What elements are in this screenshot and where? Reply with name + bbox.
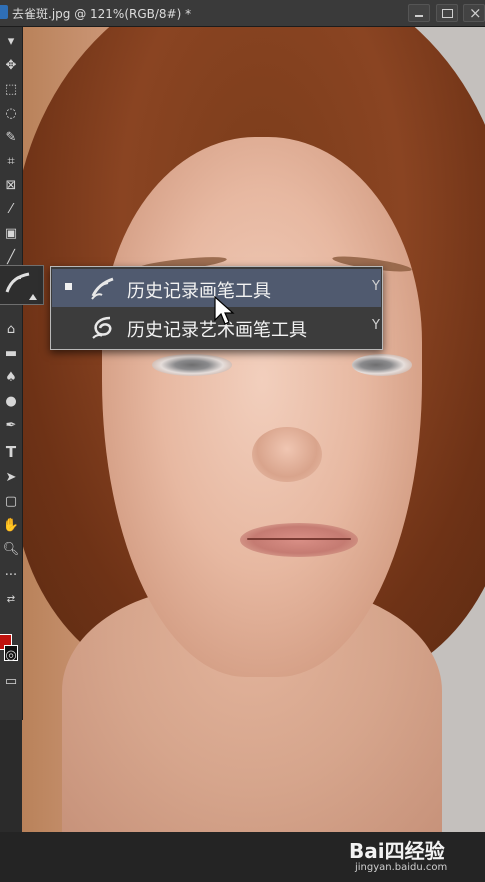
history-brush-icon	[5, 272, 37, 300]
lasso-icon[interactable]: ◌	[0, 103, 22, 125]
image-canvas[interactable]	[22, 27, 485, 832]
zoom-icon[interactable]: 🔍︎	[0, 539, 22, 561]
marquee-icon[interactable]: ⬚	[0, 79, 22, 101]
title-bar: 去雀斑.jpg @ 121%(RGB/8#) *	[0, 0, 485, 27]
minimize-button[interactable]	[408, 4, 430, 22]
photo-nose	[252, 427, 322, 482]
menu-item-shortcut: Y	[372, 318, 380, 333]
swap-colors-icon[interactable]: ⇄	[0, 589, 22, 611]
menu-item-shortcut: Y	[372, 279, 380, 294]
dodge-icon[interactable]: ●	[0, 391, 22, 413]
watermark: Bai四经验 jingyan.baidu.com	[343, 835, 463, 879]
eyedropper-icon[interactable]: ⁄	[0, 199, 22, 221]
photo-lip-line	[247, 538, 351, 540]
hand-icon[interactable]: ✋	[0, 515, 22, 537]
mouse-cursor-icon	[214, 296, 235, 325]
photo-mouth	[240, 523, 358, 557]
pen-icon[interactable]: ✒	[0, 415, 22, 437]
path-selection-icon[interactable]: ➤	[0, 467, 22, 489]
history-brush-icon	[91, 277, 114, 300]
screen-mode-icon[interactable]: ▭	[0, 671, 22, 693]
blur-icon[interactable]: ♠	[0, 367, 22, 389]
rectangle-icon[interactable]: ▢	[0, 491, 22, 513]
document-tab-title[interactable]: 去雀斑.jpg @ 121%(RGB/8#) *	[12, 5, 191, 22]
photo-right-eye	[352, 354, 412, 376]
clone-stamp-icon[interactable]: ⌂	[0, 319, 22, 341]
crop-icon[interactable]: ⌗	[0, 151, 22, 173]
status-bar: Bai四经验 jingyan.baidu.com	[0, 832, 485, 882]
art-history-brush-icon	[92, 316, 112, 339]
quick-mask-icon[interactable]: ◎	[0, 645, 22, 667]
move-icon[interactable]: ✥	[0, 55, 22, 77]
history-brush-tool-button[interactable]	[0, 265, 44, 305]
close-button[interactable]	[463, 4, 485, 22]
gradient-icon[interactable]: ▬	[0, 343, 22, 365]
watermark-logo: Bai四经验	[349, 839, 445, 863]
frame-icon[interactable]: ⊠	[0, 175, 22, 197]
maximize-button[interactable]	[436, 4, 458, 22]
photo-left-eye	[152, 354, 232, 376]
more-icon[interactable]: ···	[0, 565, 22, 587]
panel-grip-icon[interactable]: ▾	[0, 31, 22, 53]
photo-face	[102, 137, 422, 677]
quick-selection-icon[interactable]: ✎	[0, 127, 22, 149]
watermark-site: jingyan.baidu.com	[355, 862, 448, 873]
menu-item-label: 历史记录画笔工具	[127, 281, 271, 302]
type-icon[interactable]: T	[0, 441, 22, 463]
selected-bullet-icon	[65, 283, 72, 290]
tools-panel: ▾ ✥ ⬚ ◌ ✎ ⌗ ⊠ ⁄ ▣ ╱ ⌂ ▬ ♠ ● ✒ T ➤ ▢ ✋ 🔍︎…	[0, 27, 23, 720]
healing-brush-icon[interactable]: ▣	[0, 223, 22, 245]
document-icon	[0, 5, 8, 19]
